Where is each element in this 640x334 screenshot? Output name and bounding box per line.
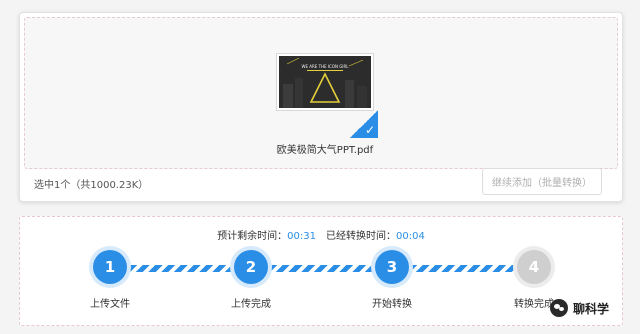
step-label: 上传完成	[231, 299, 271, 310]
wechat-icon	[550, 299, 568, 317]
progress-panel: 预计剩余时间：00:31 已经转换时间：00:04 1 上传文件 2 上传完成 3…	[19, 216, 623, 326]
step-label: 开始转换	[372, 299, 412, 310]
file-thumbnail: WE ARE THE ICON GIRL ✓	[276, 53, 378, 138]
thumbnail-image: WE ARE THE ICON GIRL	[279, 56, 371, 108]
step-upload-file: 1 上传文件	[70, 250, 150, 310]
elapsed-value: 00:04	[396, 231, 425, 242]
elapsed-label: 已经转换时间：	[326, 231, 396, 242]
step-label: 上传文件	[90, 299, 130, 310]
file-dropzone[interactable]: WE ARE THE ICON GIRL ✓ 欧美极简大气PPT.pdf	[24, 17, 618, 169]
selected-info: 选中1个（共1000.23K）	[34, 180, 149, 191]
watermark: 聊科学	[550, 297, 609, 319]
step-start-convert: 3 开始转换	[352, 250, 432, 310]
step-upload-done: 2 上传完成	[211, 250, 291, 310]
watermark-text: 聊科学	[573, 301, 610, 316]
check-icon: ✓	[364, 123, 375, 137]
thumbnail-title: WE ARE THE ICON GIRL	[302, 64, 350, 69]
step-number: 4	[517, 250, 551, 284]
selected-check-badge: ✓	[350, 110, 378, 138]
time-status: 预计剩余时间：00:31 已经转换时间：00:04	[20, 227, 622, 242]
step-number: 1	[93, 250, 127, 284]
step-number: 2	[234, 250, 268, 284]
step-number: 3	[375, 250, 409, 284]
file-name: 欧美极简大气PPT.pdf	[276, 145, 374, 156]
upload-panel: WE ARE THE ICON GIRL ✓ 欧美极简大气PPT.pdf 选中1…	[19, 12, 623, 202]
file-card[interactable]: WE ARE THE ICON GIRL ✓ 欧美极简大气PPT.pdf	[275, 53, 378, 163]
remaining-value: 00:31	[287, 231, 316, 242]
continue-add-button[interactable]: 继续添加（批量转换）	[482, 168, 602, 195]
remaining-label: 预计剩余时间：	[217, 231, 288, 242]
